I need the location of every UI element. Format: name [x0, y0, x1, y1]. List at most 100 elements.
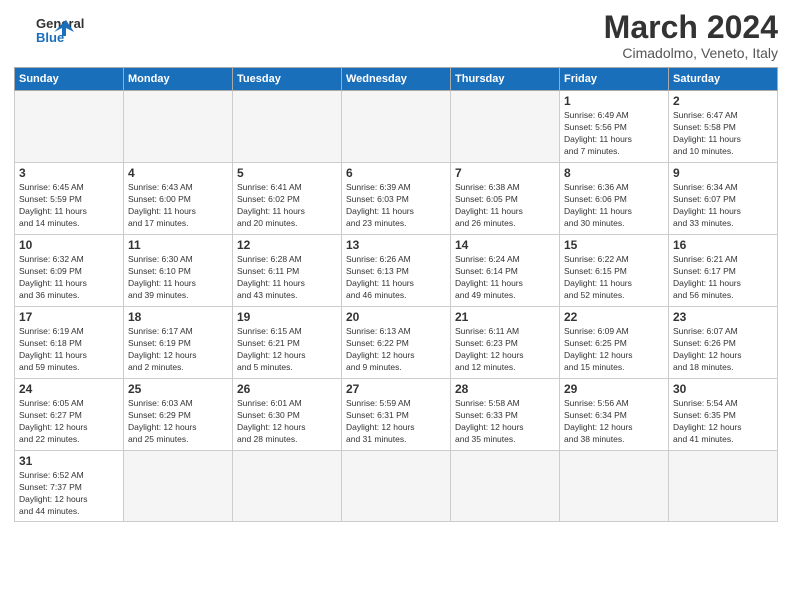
- day-number: 29: [564, 382, 664, 396]
- day-number: 5: [237, 166, 337, 180]
- day-number: 8: [564, 166, 664, 180]
- table-row: 18Sunrise: 6:17 AM Sunset: 6:19 PM Dayli…: [124, 307, 233, 379]
- day-number: 24: [19, 382, 119, 396]
- day-info: Sunrise: 5:58 AM Sunset: 6:33 PM Dayligh…: [455, 398, 555, 446]
- header-monday: Monday: [124, 68, 233, 91]
- day-number: 28: [455, 382, 555, 396]
- table-row: [124, 91, 233, 163]
- day-info: Sunrise: 6:49 AM Sunset: 5:56 PM Dayligh…: [564, 110, 664, 158]
- day-info: Sunrise: 6:30 AM Sunset: 6:10 PM Dayligh…: [128, 254, 228, 302]
- day-info: Sunrise: 6:15 AM Sunset: 6:21 PM Dayligh…: [237, 326, 337, 374]
- day-info: Sunrise: 5:54 AM Sunset: 6:35 PM Dayligh…: [673, 398, 773, 446]
- table-row: 14Sunrise: 6:24 AM Sunset: 6:14 PM Dayli…: [451, 235, 560, 307]
- table-row: [124, 451, 233, 522]
- header-saturday: Saturday: [669, 68, 778, 91]
- day-info: Sunrise: 6:38 AM Sunset: 6:05 PM Dayligh…: [455, 182, 555, 230]
- day-number: 4: [128, 166, 228, 180]
- day-number: 18: [128, 310, 228, 324]
- table-row: 8 Sunrise: 6:36 AM Sunset: 6:06 PM Daylig…: [560, 163, 669, 235]
- table-row: 13Sunrise: 6:26 AM Sunset: 6:13 PM Dayli…: [342, 235, 451, 307]
- table-row: 23Sunrise: 6:07 AM Sunset: 6:26 PM Dayli…: [669, 307, 778, 379]
- day-number: 30: [673, 382, 773, 396]
- day-number: 26: [237, 382, 337, 396]
- day-number: 21: [455, 310, 555, 324]
- day-info: Sunrise: 6:22 AM Sunset: 6:15 PM Dayligh…: [564, 254, 664, 302]
- day-number: 9: [673, 166, 773, 180]
- day-number: 20: [346, 310, 446, 324]
- table-row: 26 Sunrise: 6:01 AM Sunset: 6:30 PM Dayli…: [233, 379, 342, 451]
- table-row: 16Sunrise: 6:21 AM Sunset: 6:17 PM Dayli…: [669, 235, 778, 307]
- table-row: 2 Sunrise: 6:47 AM Sunset: 5:58 PM Daylig…: [669, 91, 778, 163]
- table-row: [451, 91, 560, 163]
- table-row: [560, 451, 669, 522]
- day-info: Sunrise: 6:13 AM Sunset: 6:22 PM Dayligh…: [346, 326, 446, 374]
- calendar-week-row: 1 Sunrise: 6:49 AM Sunset: 5:56 PM Daylig…: [15, 91, 778, 163]
- table-row: [669, 451, 778, 522]
- title-block: March 2024 Cimadolmo, Veneto, Italy: [604, 10, 778, 61]
- day-info: Sunrise: 6:09 AM Sunset: 6:25 PM Dayligh…: [564, 326, 664, 374]
- table-row: 1 Sunrise: 6:49 AM Sunset: 5:56 PM Daylig…: [560, 91, 669, 163]
- day-info: Sunrise: 6:39 AM Sunset: 6:03 PM Dayligh…: [346, 182, 446, 230]
- day-info: Sunrise: 6:28 AM Sunset: 6:11 PM Dayligh…: [237, 254, 337, 302]
- table-row: 12 Sunrise: 6:28 AM Sunset: 6:11 PM Dayli…: [233, 235, 342, 307]
- day-info: Sunrise: 6:47 AM Sunset: 5:58 PM Dayligh…: [673, 110, 773, 158]
- day-number: 2: [673, 94, 773, 108]
- table-row: [15, 91, 124, 163]
- table-row: 27Sunrise: 5:59 AM Sunset: 6:31 PM Dayli…: [342, 379, 451, 451]
- table-row: 17 Sunrise: 6:19 AM Sunset: 6:18 PM Dayli…: [15, 307, 124, 379]
- month-title: March 2024: [604, 10, 778, 45]
- table-row: 3 Sunrise: 6:45 AM Sunset: 5:59 PM Daylig…: [15, 163, 124, 235]
- table-row: 29 Sunrise: 5:56 AM Sunset: 6:34 PM Dayli…: [560, 379, 669, 451]
- table-row: 25Sunrise: 6:03 AM Sunset: 6:29 PM Dayli…: [124, 379, 233, 451]
- day-number: 17: [19, 310, 119, 324]
- day-info: Sunrise: 6:34 AM Sunset: 6:07 PM Dayligh…: [673, 182, 773, 230]
- table-row: [233, 451, 342, 522]
- day-info: Sunrise: 5:56 AM Sunset: 6:34 PM Dayligh…: [564, 398, 664, 446]
- day-info: Sunrise: 6:07 AM Sunset: 6:26 PM Dayligh…: [673, 326, 773, 374]
- header: General Blue March 2024 Cimadolmo, Venet…: [14, 10, 778, 61]
- day-number: 10: [19, 238, 119, 252]
- day-info: Sunrise: 6:52 AM Sunset: 7:37 PM Dayligh…: [19, 470, 119, 518]
- day-number: 3: [19, 166, 119, 180]
- day-number: 7: [455, 166, 555, 180]
- weekday-header-row: Sunday Monday Tuesday Wednesday Thursday…: [15, 68, 778, 91]
- day-number: 22: [564, 310, 664, 324]
- table-row: 31Sunrise: 6:52 AM Sunset: 7:37 PM Dayli…: [15, 451, 124, 522]
- table-row: 4 Sunrise: 6:43 AM Sunset: 6:00 PM Daylig…: [124, 163, 233, 235]
- table-row: 10 Sunrise: 6:32 AM Sunset: 6:09 PM Dayli…: [15, 235, 124, 307]
- day-number: 16: [673, 238, 773, 252]
- table-row: [451, 451, 560, 522]
- calendar-week-row: 10 Sunrise: 6:32 AM Sunset: 6:09 PM Dayli…: [15, 235, 778, 307]
- table-row: [342, 91, 451, 163]
- header-wednesday: Wednesday: [342, 68, 451, 91]
- table-row: 7 Sunrise: 6:38 AM Sunset: 6:05 PM Daylig…: [451, 163, 560, 235]
- day-info: Sunrise: 6:43 AM Sunset: 6:00 PM Dayligh…: [128, 182, 228, 230]
- calendar-table: Sunday Monday Tuesday Wednesday Thursday…: [14, 67, 778, 522]
- day-info: Sunrise: 6:41 AM Sunset: 6:02 PM Dayligh…: [237, 182, 337, 230]
- day-info: Sunrise: 6:19 AM Sunset: 6:18 PM Dayligh…: [19, 326, 119, 374]
- day-number: 13: [346, 238, 446, 252]
- day-info: Sunrise: 6:03 AM Sunset: 6:29 PM Dayligh…: [128, 398, 228, 446]
- day-info: Sunrise: 6:01 AM Sunset: 6:30 PM Dayligh…: [237, 398, 337, 446]
- logo: General Blue: [14, 10, 94, 50]
- day-info: Sunrise: 6:36 AM Sunset: 6:06 PM Dayligh…: [564, 182, 664, 230]
- table-row: 20 Sunrise: 6:13 AM Sunset: 6:22 PM Dayli…: [342, 307, 451, 379]
- header-thursday: Thursday: [451, 68, 560, 91]
- table-row: 22 Sunrise: 6:09 AM Sunset: 6:25 PM Dayli…: [560, 307, 669, 379]
- table-row: 24 Sunrise: 6:05 AM Sunset: 6:27 PM Dayli…: [15, 379, 124, 451]
- day-info: Sunrise: 6:24 AM Sunset: 6:14 PM Dayligh…: [455, 254, 555, 302]
- svg-text:Blue: Blue: [36, 30, 64, 45]
- day-number: 6: [346, 166, 446, 180]
- day-info: Sunrise: 6:05 AM Sunset: 6:27 PM Dayligh…: [19, 398, 119, 446]
- header-friday: Friday: [560, 68, 669, 91]
- table-row: 6 Sunrise: 6:39 AM Sunset: 6:03 PM Daylig…: [342, 163, 451, 235]
- day-info: Sunrise: 6:45 AM Sunset: 5:59 PM Dayligh…: [19, 182, 119, 230]
- day-number: 27: [346, 382, 446, 396]
- subtitle: Cimadolmo, Veneto, Italy: [604, 45, 778, 61]
- day-number: 19: [237, 310, 337, 324]
- day-number: 1: [564, 94, 664, 108]
- day-info: Sunrise: 6:32 AM Sunset: 6:09 PM Dayligh…: [19, 254, 119, 302]
- day-number: 12: [237, 238, 337, 252]
- table-row: 15Sunrise: 6:22 AM Sunset: 6:15 PM Dayli…: [560, 235, 669, 307]
- calendar-week-row: 3 Sunrise: 6:45 AM Sunset: 5:59 PM Daylig…: [15, 163, 778, 235]
